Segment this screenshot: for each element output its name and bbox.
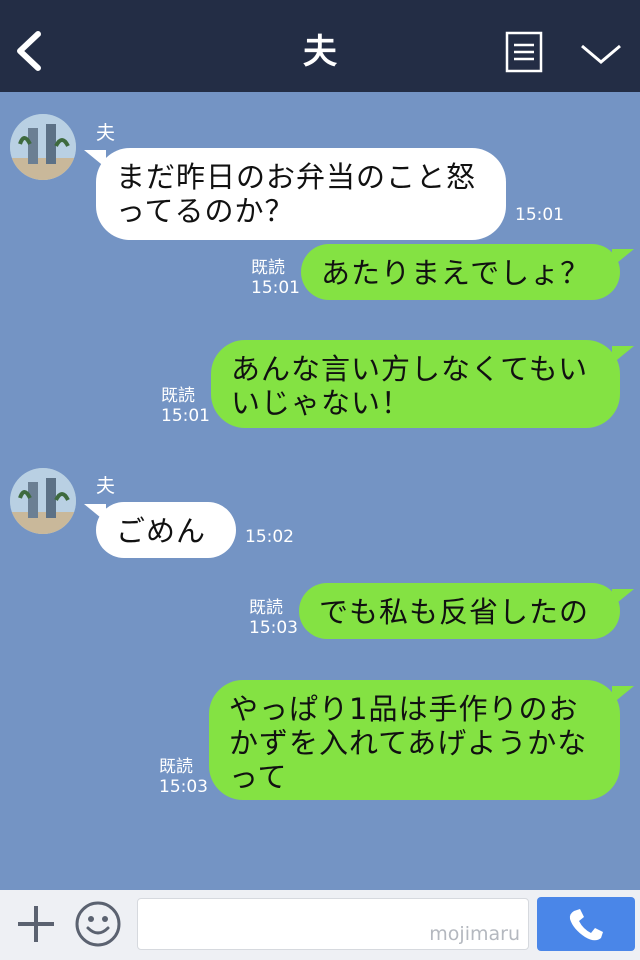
memo-list-icon [505,31,543,73]
bubble-tail [612,589,634,607]
message-bubble-outgoing[interactable]: やっぱり1品は手作りのお かずを入れてあげようかな って [209,680,620,800]
message-meta: 既読 15:03 [249,598,298,638]
message-bubble-outgoing[interactable]: あんな言い方しなくてもい いじゃない！ [211,340,620,428]
message-line: ごめん [116,514,207,548]
message-bubble-incoming[interactable]: ごめん [96,502,236,558]
message-meta: 既読 15:03 [159,757,208,797]
avatar-photo-icon [10,114,76,180]
message-time: 15:02 [245,527,294,547]
collapse-button[interactable] [576,34,626,74]
menu-button[interactable] [504,30,544,74]
message-line: いじゃない！ [231,386,412,420]
message-time: 15:01 [161,406,210,426]
phone-icon [569,909,603,941]
message-line: あんな言い方しなくてもい [231,352,589,386]
message-time: 15:03 [159,777,208,797]
chat-title: 夫 [303,32,337,72]
message-meta: 既読 15:01 [251,258,300,298]
read-status: 既読 [251,258,285,278]
read-status: 既読 [161,386,195,406]
watermark-text: mojimaru [429,923,520,945]
avatar-photo-icon [10,468,76,534]
message-line: あたりまえでしょ？ [321,256,591,290]
bubble-tail [612,249,634,267]
emoji-button[interactable] [74,900,122,948]
bubble-tail [612,686,634,704]
avatar[interactable] [10,468,76,534]
message-line: かずを入れてあげようかな [229,726,588,760]
message-meta: 既読 15:01 [161,386,210,426]
add-button[interactable] [14,902,58,946]
message-line: やっぱり1品は手作りのお [229,692,579,726]
call-button[interactable] [537,897,635,951]
chat-area[interactable]: 夫 まだ昨日のお弁当のこと怒 ってるのか？ 15:01 既読 15:01 あたり… [0,92,640,890]
chevron-down-icon [581,44,621,64]
bubble-tail [612,346,634,364]
message-line: って [229,760,288,794]
message-line: まだ昨日のお弁当のこと怒 [116,160,477,194]
message-line: ってるのか？ [116,194,295,228]
read-status: 既読 [249,598,283,618]
chat-header: 夫 [0,0,640,92]
smiley-icon [75,901,121,947]
message-time: 15:01 [515,205,564,225]
message-bubble-outgoing[interactable]: あたりまえでしょ？ [301,244,620,300]
sender-name: 夫 [96,475,116,497]
plus-icon [18,906,54,942]
avatar[interactable] [10,114,76,180]
message-time: 15:03 [249,618,298,638]
message-time: 15:01 [251,278,300,298]
message-input[interactable]: mojimaru [137,898,529,950]
message-line: でも私も反省したの [319,595,590,629]
message-bubble-outgoing[interactable]: でも私も反省したの [299,583,620,639]
sender-name: 夫 [96,122,116,144]
read-status: 既読 [159,757,193,777]
message-bubble-incoming[interactable]: まだ昨日のお弁当のこと怒 ってるのか？ [96,148,506,240]
